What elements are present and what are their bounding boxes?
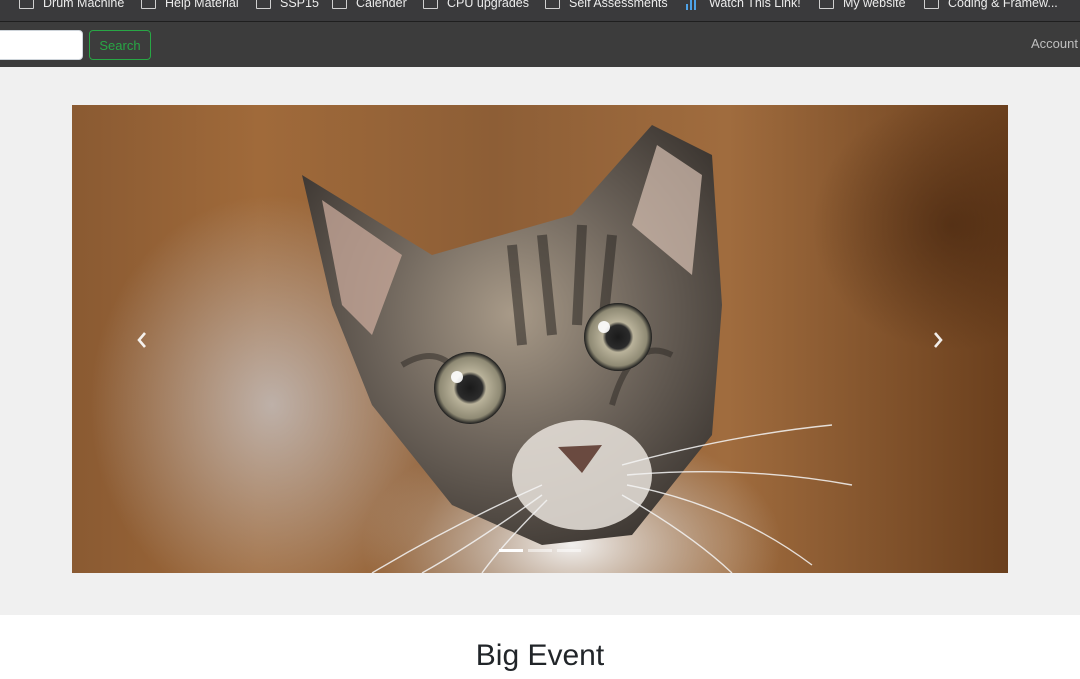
navbar: Search Account <box>0 22 1080 67</box>
carousel-next-button[interactable] <box>926 325 950 355</box>
bookmark-calender[interactable]: Calender <box>332 0 407 13</box>
carousel-section <box>0 67 1080 615</box>
bookmark-label: Coding & Framew... <box>948 0 1058 10</box>
bookmark-cpu-upgrades[interactable]: CPU upgrades <box>423 0 529 13</box>
bookmark-help-material[interactable]: Help Material <box>141 0 239 13</box>
bookmarks-bar: d Drum Machine Help Material SSP15 Calen… <box>0 0 1080 22</box>
folder-icon <box>19 0 34 9</box>
bookmark-my-website[interactable]: My website <box>819 0 906 13</box>
bookmark-label: Drum Machine <box>43 0 125 10</box>
bookmark-label: Watch This Link! <box>709 0 801 10</box>
carousel-indicator[interactable] <box>557 549 581 552</box>
folder-icon <box>423 0 438 9</box>
bookmark-label: CPU upgrades <box>447 0 529 10</box>
bookmark-label: My website <box>843 0 906 10</box>
carousel-indicators <box>499 549 581 552</box>
bookmark-self-assessments[interactable]: Self Assessments <box>545 0 668 13</box>
folder-icon <box>924 0 939 9</box>
chevron-right-icon <box>934 332 943 348</box>
folder-icon <box>819 0 834 9</box>
folder-icon <box>332 0 347 9</box>
folder-icon <box>545 0 560 9</box>
link-icon <box>685 0 700 10</box>
search-input[interactable] <box>0 30 83 60</box>
folder-icon <box>141 0 156 9</box>
bookmark-ssp15[interactable]: SSP15 <box>256 0 319 13</box>
carousel-indicator[interactable] <box>499 549 523 552</box>
chevron-left-icon <box>137 332 146 348</box>
bookmark-label: Help Material <box>165 0 239 10</box>
folder-icon <box>256 0 271 9</box>
event-title: Big Event <box>475 639 605 672</box>
bookmark-coding-frameworks[interactable]: Coding & Framew... <box>924 0 1058 13</box>
bookmark-drum-machine[interactable]: Drum Machine <box>19 0 124 13</box>
bookmark-label: SSP15 <box>280 0 319 10</box>
search-button[interactable]: Search <box>89 30 151 60</box>
carousel <box>72 105 1008 573</box>
account-link[interactable]: Account <box>1031 36 1078 51</box>
bookmark-watch-this-link[interactable]: Watch This Link! <box>685 0 801 13</box>
carousel-indicator[interactable] <box>528 549 552 552</box>
bookmark-label: Self Assessments <box>569 0 668 10</box>
kitten-photo <box>302 125 853 573</box>
carousel-prev-button[interactable] <box>130 325 154 355</box>
bookmark-label: Calender <box>356 0 407 10</box>
